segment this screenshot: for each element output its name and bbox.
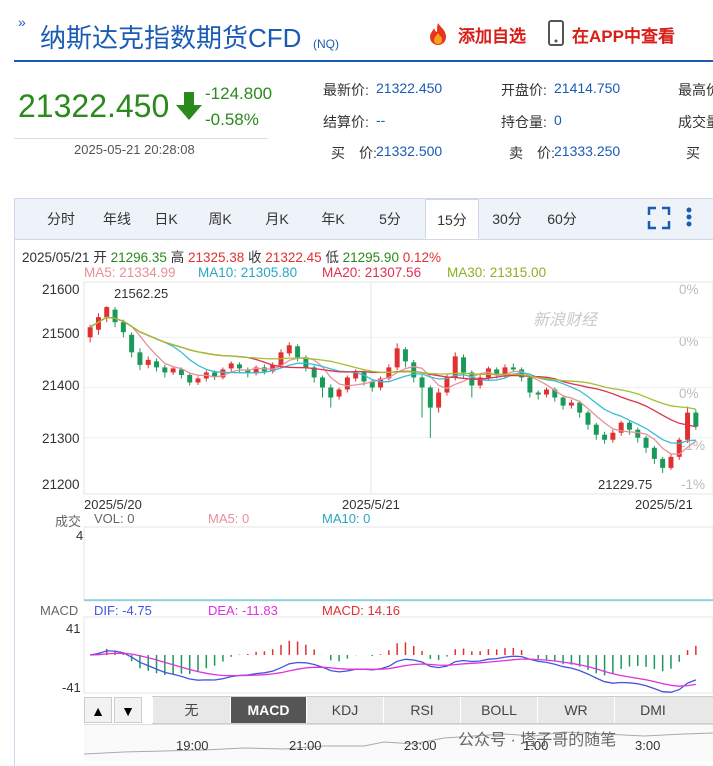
candle-body (145, 359, 151, 365)
candle-body (535, 392, 541, 395)
candle-body (87, 327, 93, 338)
candle-body (568, 402, 574, 406)
candle-body (361, 372, 367, 382)
indicator-button-1[interactable]: MACD (230, 697, 306, 723)
candle-body (510, 367, 516, 370)
candle-body (286, 345, 292, 354)
ma10-line (89, 316, 696, 445)
macd-value-legend: MACD: 14.16 (322, 603, 401, 618)
candle-body (411, 362, 417, 378)
macd-dif-legend: DIF: -4.75 (94, 603, 152, 618)
navigator-time-label: 19:00 (176, 738, 209, 753)
indicator-button-4[interactable]: BOLL (460, 697, 537, 723)
candle-body (527, 377, 533, 393)
candle-body (668, 456, 674, 468)
candle-body (344, 377, 350, 390)
vol-legend: VOL: 0 (94, 511, 135, 526)
candle-body (685, 412, 691, 440)
vol-ma10-legend: MA10: 0 (322, 511, 371, 526)
navigator-time-label: 23:00 (404, 738, 437, 753)
candle-body (436, 392, 442, 408)
candle-body (643, 437, 649, 448)
indicator-button-2[interactable]: KDJ (306, 697, 383, 723)
indicator-button-0[interactable]: 无 (152, 697, 230, 723)
candle-body (228, 363, 234, 369)
candle-body (602, 434, 608, 440)
candle-body (693, 412, 699, 427)
candle-body (154, 361, 160, 368)
vol-ma5-legend: MA5: 0 (208, 511, 250, 526)
candle-body (336, 389, 342, 397)
candle-body (651, 447, 657, 459)
candle-body (237, 364, 242, 369)
candle-body (419, 377, 425, 388)
wechat-overlay-text: 公众号 · 塔子哥的随笔 (458, 732, 617, 749)
navigator-time-label: 21:00 (289, 738, 322, 753)
macd-y-bottom: -41 (62, 680, 81, 695)
candle-body (295, 346, 301, 358)
candle-body (560, 397, 566, 406)
indicator-button-6[interactable]: DMI (614, 697, 691, 723)
candle-body (660, 458, 666, 468)
candle-body (610, 432, 616, 440)
macd-y-top: 41 (66, 621, 81, 636)
scroll-down-button[interactable]: ▼ (114, 697, 142, 723)
candle-body (593, 424, 599, 435)
candle-body (544, 389, 549, 395)
x-axis-label: 2025/5/20 (84, 497, 142, 512)
macd-plot-area (83, 616, 713, 694)
scroll-up-button[interactable]: ▲ (84, 697, 112, 723)
candle-body (120, 322, 126, 333)
candle-body (635, 429, 641, 438)
candle-body (461, 357, 467, 373)
candle-body (427, 387, 433, 408)
candle-body (162, 367, 168, 373)
indicator-button-3[interactable]: RSI (383, 697, 460, 723)
x-axis-label: 2025/5/21 (635, 497, 693, 512)
candle-body (112, 309, 118, 323)
candle-body (328, 387, 334, 398)
candle-body (444, 377, 450, 393)
candle-body (577, 402, 583, 413)
candle-body (319, 377, 325, 388)
candle-body (104, 307, 110, 318)
ma30-line (89, 316, 697, 410)
candle-body (212, 372, 218, 377)
candle-body (626, 422, 632, 430)
candlestick-chart (83, 281, 713, 694)
candle-body (402, 349, 408, 362)
candle-body (452, 356, 458, 378)
candle-body (129, 334, 135, 353)
navigator-time-label: 3:00 (635, 738, 661, 753)
max-annotation: 21562.25 (114, 286, 169, 301)
indicator-button-5[interactable]: WR (537, 697, 614, 723)
candle-body (195, 378, 201, 383)
x-axis-label: 2025/5/21 (342, 497, 400, 512)
vol-plot-area (83, 526, 713, 602)
candle-body (137, 352, 143, 365)
candle-body (585, 412, 591, 425)
macd-dea-legend: DEA: -11.83 (208, 603, 278, 618)
candle-body (170, 368, 176, 373)
macd-panel-title: MACD (40, 603, 79, 618)
vol-y-tick: 4 (76, 528, 84, 543)
candle-body (187, 374, 193, 383)
min-annotation: 21229.75 (598, 477, 653, 492)
candle-body (394, 348, 400, 368)
